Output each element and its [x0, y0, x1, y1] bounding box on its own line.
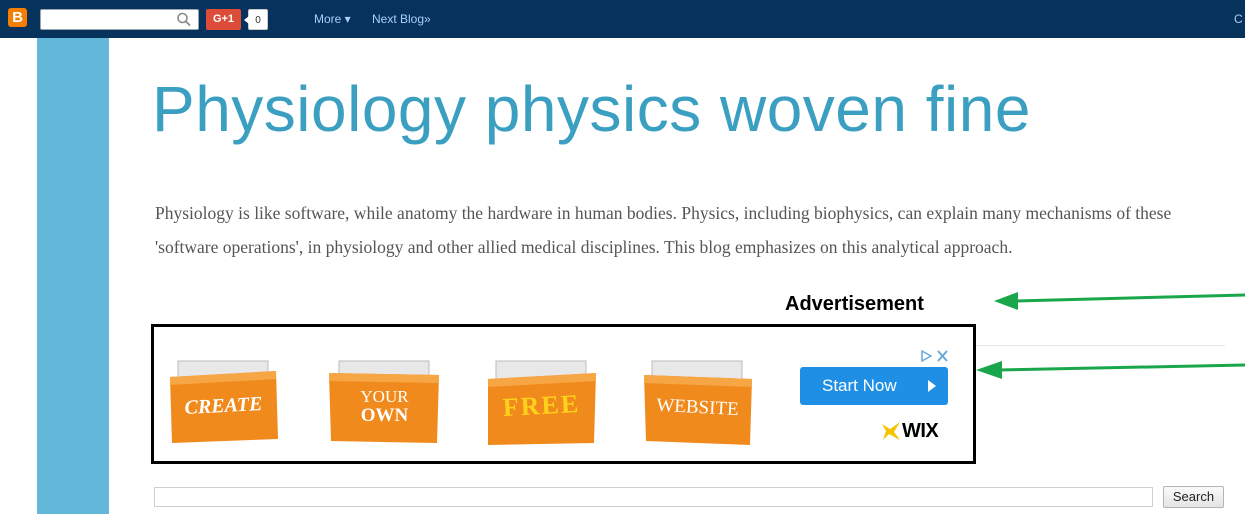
ad-folder-website[interactable]: WEBSITE: [640, 357, 755, 445]
play-arrow-icon: [928, 380, 936, 392]
ad-folder-create[interactable]: CREATE: [166, 357, 281, 445]
gplus-button[interactable]: G+1: [206, 9, 241, 30]
adchoices-icon[interactable]: [918, 348, 950, 364]
start-now-label: Start Now: [822, 376, 897, 395]
gplus-count: 0: [244, 9, 268, 30]
annotation-arrow-bottom: [976, 361, 1245, 379]
navbar-right-link[interactable]: C: [1234, 10, 1243, 28]
blogger-navbar: B G+1 0 More ▾ Next Blog» C: [0, 0, 1245, 38]
ad-folder-text: FREE: [502, 388, 581, 423]
ad-folder-your-own[interactable]: YOUR OWN: [327, 357, 442, 445]
blog-title[interactable]: Physiology physics woven fine: [152, 72, 1031, 146]
ad-folder-free[interactable]: FREE: [484, 357, 599, 445]
start-now-button[interactable]: Start Now: [800, 367, 948, 405]
wix-logo[interactable]: WIX: [880, 420, 950, 444]
sidebar-band: [37, 38, 109, 514]
blog-search-input[interactable]: [154, 487, 1153, 507]
wix-advertisement-banner[interactable]: CREATE YOUR OWN FREE WEBSITE Start Now W…: [151, 324, 976, 464]
search-button[interactable]: Search: [1163, 486, 1224, 508]
ad-folder-text: OWN: [360, 405, 409, 426]
more-menu-link[interactable]: More ▾: [314, 10, 351, 28]
search-icon[interactable]: [176, 11, 192, 28]
advertisement-label: Advertisement: [785, 293, 924, 315]
annotation-arrow-top: [994, 292, 1245, 310]
wix-star-icon: [882, 422, 900, 440]
blogger-logo-icon[interactable]: B: [8, 8, 27, 27]
ad-folder-text: YOUR: [360, 387, 409, 406]
next-blog-link[interactable]: Next Blog»: [372, 10, 431, 28]
wix-brand-text: WIX: [902, 420, 939, 442]
navbar-search-input[interactable]: [40, 9, 199, 30]
blog-description: Physiology is like software, while anato…: [155, 203, 1172, 257]
